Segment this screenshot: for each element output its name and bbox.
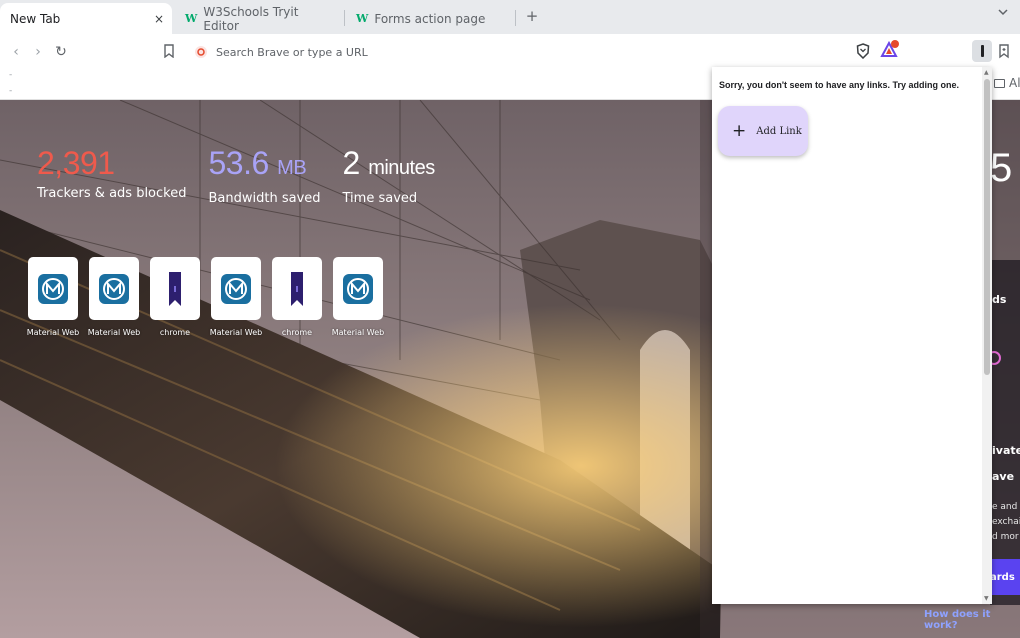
rewards-card-text: e and u xyxy=(992,502,1020,512)
w3schools-icon: W xyxy=(185,12,198,25)
scroll-up-icon[interactable]: ▲ xyxy=(984,69,989,76)
top-sites: Material Web Material Web chrome Materia… xyxy=(27,257,384,337)
rewards-card xyxy=(990,260,1020,605)
plus-icon: + xyxy=(732,121,747,141)
toolbar: ‹ › ↻ xyxy=(0,34,1020,70)
rewards-card-text: exchai xyxy=(992,517,1020,527)
tab-strip: New Tab × W W3Schools Tryit Editor W For… xyxy=(0,0,1020,34)
top-site-label: Material Web xyxy=(331,328,385,337)
brave-shields-icon[interactable] xyxy=(856,43,870,63)
material-web-icon xyxy=(343,273,373,304)
start-rewards-button[interactable]: ards xyxy=(988,559,1020,595)
top-site-tile[interactable]: Material Web xyxy=(210,257,262,337)
reload-button[interactable]: ↻ xyxy=(51,42,71,62)
rewards-card-heading-2: ave xyxy=(992,470,1015,483)
scrollbar-thumb[interactable] xyxy=(984,79,990,375)
rewards-card-heading: ivate xyxy=(992,444,1020,457)
address-input[interactable] xyxy=(216,45,816,59)
top-site-label: Material Web xyxy=(87,328,141,337)
new-tab-button[interactable]: + xyxy=(522,6,542,26)
rewards-card-text: d mor xyxy=(992,532,1019,542)
trackers-count: 2,391 xyxy=(37,145,115,181)
top-site-label: chrome xyxy=(281,328,313,337)
trackers-label: Trackers & ads blocked xyxy=(37,186,187,201)
how-does-it-work-link[interactable]: How does it work? xyxy=(924,609,1020,631)
rewards-card-title: ds xyxy=(992,293,1007,306)
top-site-tile[interactable]: Material Web xyxy=(27,257,79,337)
top-site-label: Material Web xyxy=(209,328,263,337)
top-site-label: Material Web xyxy=(26,328,80,337)
top-site-tile[interactable]: Material Web xyxy=(332,257,384,337)
trackers-stat: 2,391 Trackers & ads blocked xyxy=(37,144,186,206)
top-site-tile[interactable]: chrome xyxy=(272,257,322,337)
scroll-down-icon[interactable]: ▼ xyxy=(984,595,989,602)
folder-icon xyxy=(994,78,1005,88)
bookmark-star-icon[interactable] xyxy=(163,43,175,62)
bookmarks-panel-button[interactable] xyxy=(972,40,992,62)
bandwidth-stat: 53.6 MB Bandwidth saved xyxy=(208,144,320,206)
tab-label: New Tab xyxy=(10,11,61,26)
omnibox[interactable] xyxy=(188,39,848,65)
material-web-icon xyxy=(221,273,251,304)
time-unit: minutes xyxy=(368,157,435,179)
bandwidth-value: 53.6 xyxy=(208,145,269,181)
add-link-label: Add Link xyxy=(756,125,802,137)
popup-scrollbar[interactable]: ▲ ▼ xyxy=(982,67,992,604)
time-value: 2 xyxy=(342,145,361,181)
bookmark-ribbon-icon xyxy=(169,271,181,306)
bookmark-item[interactable]: - xyxy=(9,86,12,96)
close-icon[interactable]: × xyxy=(154,12,164,26)
time-label: Time saved xyxy=(342,191,418,206)
tab-label: Forms action page xyxy=(374,11,486,26)
time-stat: 2 minutes Time saved xyxy=(342,144,436,206)
extensions-icon[interactable] xyxy=(997,43,1011,63)
w3schools-icon: W xyxy=(356,12,369,25)
tab-divider xyxy=(344,10,345,26)
all-bookmarks-folder[interactable]: All xyxy=(994,76,1020,90)
top-site-label: chrome xyxy=(159,328,191,337)
all-bookmarks-label: All xyxy=(1009,76,1020,90)
tab-divider xyxy=(515,10,516,26)
top-site-tile[interactable]: chrome xyxy=(150,257,200,337)
bookmarks-popup: Sorry, you don't seem to have any links.… xyxy=(712,67,992,604)
bandwidth-label: Bandwidth saved xyxy=(208,191,321,206)
material-web-icon xyxy=(99,273,129,304)
back-button[interactable]: ‹ xyxy=(6,42,26,62)
bookmark-item[interactable]: - xyxy=(9,70,12,80)
bandwidth-unit: MB xyxy=(277,157,307,179)
clock-widget: 5 xyxy=(990,146,1013,190)
add-link-button[interactable]: + Add Link xyxy=(718,106,808,156)
material-web-icon xyxy=(38,273,68,304)
empty-links-message: Sorry, you don't seem to have any links.… xyxy=(719,80,960,90)
tab-w3schools-tryit[interactable]: W W3Schools Tryit Editor xyxy=(175,3,340,34)
tab-label: W3Schools Tryit Editor xyxy=(203,4,299,33)
privacy-stats: 2,391 Trackers & ads blocked 53.6 MB Ban… xyxy=(37,144,435,206)
tab-forms-action-page[interactable]: W Forms action page xyxy=(346,3,514,34)
forward-button[interactable]: › xyxy=(28,42,48,62)
chevron-down-icon[interactable] xyxy=(998,8,1008,19)
bookmark-ribbon-icon xyxy=(291,271,303,306)
tab-new-tab[interactable]: New Tab × xyxy=(0,3,172,34)
search-engine-icon xyxy=(195,46,207,58)
notification-badge xyxy=(891,40,899,48)
top-site-tile[interactable]: Material Web xyxy=(88,257,140,337)
